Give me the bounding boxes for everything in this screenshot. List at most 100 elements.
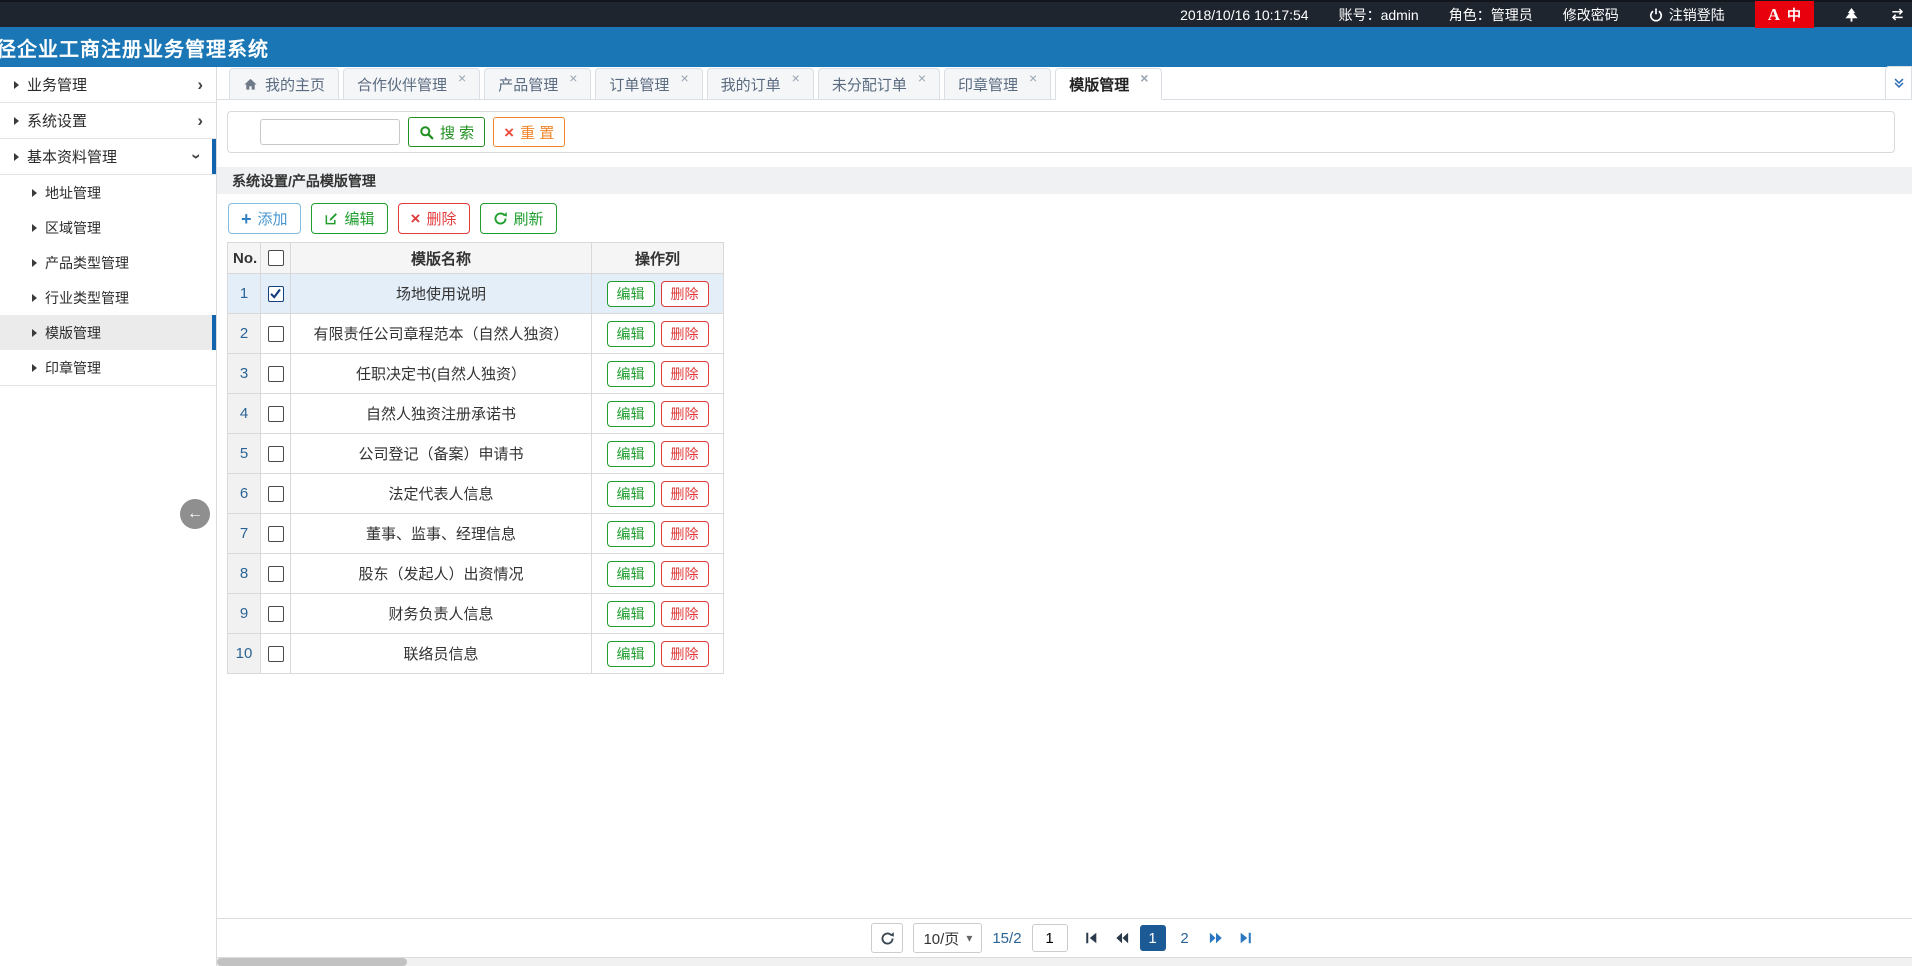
row-checkbox[interactable]: [268, 606, 284, 622]
tab-home[interactable]: 我的主页: [229, 68, 339, 100]
row-checkbox[interactable]: [268, 446, 284, 462]
page-number-input[interactable]: [1032, 924, 1068, 952]
last-page-button[interactable]: [1234, 925, 1258, 951]
swap-icon[interactable]: [1889, 7, 1906, 22]
sidebar-item-region-mgmt[interactable]: 区域管理: [0, 210, 216, 245]
theme-tree-icon[interactable]: [1844, 7, 1859, 23]
row-delete-button[interactable]: 删除: [661, 401, 709, 427]
row-delete-button[interactable]: 删除: [661, 481, 709, 507]
row-edit-button[interactable]: 编辑: [607, 321, 655, 347]
page-size-select[interactable]: 10/页 ▾: [913, 923, 982, 953]
row-delete-button[interactable]: 删除: [661, 521, 709, 547]
row-edit-button[interactable]: 编辑: [607, 401, 655, 427]
row-delete-button[interactable]: 删除: [661, 561, 709, 587]
sidebar-item-seal-mgmt[interactable]: 印章管理: [0, 350, 216, 385]
table-row: 3任职决定书(自然人独资）编辑删除: [228, 354, 724, 394]
row-checkbox[interactable]: [268, 526, 284, 542]
reset-button[interactable]: × 重 置: [493, 117, 565, 147]
sidebar-item-business-mgmt[interactable]: 业务管理›: [0, 67, 216, 102]
refresh-button[interactable]: 刷新: [480, 203, 557, 234]
tab-overflow-button[interactable]: [1885, 66, 1912, 100]
pager-refresh-button[interactable]: [871, 923, 903, 953]
first-page-button[interactable]: [1080, 925, 1104, 951]
close-icon[interactable]: ×: [1140, 71, 1148, 85]
sidebar-item-template-mgmt[interactable]: 模版管理: [0, 315, 216, 350]
tab-my-orders[interactable]: 我的订单×: [707, 68, 814, 100]
row-delete-button[interactable]: 删除: [661, 321, 709, 347]
row-checkbox[interactable]: [268, 646, 284, 662]
sidebar-collapse-button[interactable]: ←: [180, 499, 210, 529]
close-icon[interactable]: ×: [918, 71, 926, 85]
page-button-2[interactable]: 2: [1172, 925, 1198, 951]
table-header-row: No. 模版名称 操作列: [228, 243, 724, 274]
row-checkbox[interactable]: [268, 566, 284, 582]
row-checkbox-cell: [261, 274, 291, 314]
prev-page-button[interactable]: [1110, 925, 1134, 951]
row-checkbox[interactable]: [268, 486, 284, 502]
search-input[interactable]: [260, 119, 400, 145]
page-button-1[interactable]: 1: [1140, 925, 1166, 951]
language-badge[interactable]: A 中: [1755, 1, 1814, 28]
row-operations-cell: 编辑删除: [592, 354, 724, 394]
row-edit-button[interactable]: 编辑: [607, 281, 655, 307]
row-checkbox[interactable]: [268, 286, 284, 302]
row-checkbox-cell: [261, 434, 291, 474]
tab-product-mgmt[interactable]: 产品管理×: [484, 68, 591, 100]
tab-template-mgmt[interactable]: 模版管理×: [1055, 68, 1162, 100]
row-edit-button[interactable]: 编辑: [607, 561, 655, 587]
tab-unassigned-orders[interactable]: 未分配订单 ×: [818, 68, 940, 100]
tab-partner-mgmt[interactable]: 合作伙伴管理×: [343, 68, 480, 100]
row-checkbox[interactable]: [268, 366, 284, 382]
row-checkbox-cell: [261, 554, 291, 594]
edit-button[interactable]: 编辑: [311, 203, 388, 234]
change-password-link[interactable]: 修改密码: [1563, 5, 1619, 25]
scrollbar-thumb[interactable]: [217, 958, 407, 966]
row-edit-button[interactable]: 编辑: [607, 441, 655, 467]
close-icon[interactable]: ×: [792, 71, 800, 85]
search-button[interactable]: 搜 索: [408, 117, 485, 147]
home-icon: [243, 77, 258, 92]
sidebar-item-label: 产品类型管理: [45, 253, 129, 273]
close-icon[interactable]: ×: [1029, 71, 1037, 85]
pager-nav: 12: [1080, 925, 1258, 951]
row-edit-button[interactable]: 编辑: [607, 641, 655, 667]
triangle-marker-icon: [32, 224, 37, 232]
close-icon[interactable]: ×: [680, 71, 688, 85]
template-name-cell: 法定代表人信息: [291, 474, 592, 514]
tab-order-mgmt[interactable]: 订单管理×: [595, 68, 702, 100]
close-icon[interactable]: ×: [569, 71, 577, 85]
row-delete-button[interactable]: 删除: [661, 281, 709, 307]
row-delete-button[interactable]: 删除: [661, 601, 709, 627]
select-all-checkbox[interactable]: [268, 250, 284, 266]
cross-icon: ×: [504, 124, 514, 141]
sidebar-item-product-type-mgmt[interactable]: 产品类型管理: [0, 245, 216, 280]
row-edit-button[interactable]: 编辑: [607, 521, 655, 547]
row-edit-button[interactable]: 编辑: [607, 601, 655, 627]
row-checkbox[interactable]: [268, 326, 284, 342]
tab-seal-mgmt[interactable]: 印章管理×: [944, 68, 1051, 100]
row-operations-cell: 编辑删除: [592, 394, 724, 434]
tab-label: 未分配订单: [832, 74, 907, 95]
sidebar-item-basic-data-mgmt[interactable]: 基本资料管理›: [0, 139, 216, 174]
template-name-cell: 有限责任公司章程范本（自然人独资）: [291, 314, 592, 354]
row-delete-button[interactable]: 删除: [661, 441, 709, 467]
triangle-marker-icon: [32, 329, 37, 337]
row-edit-button[interactable]: 编辑: [607, 481, 655, 507]
add-button[interactable]: + 添加: [228, 203, 301, 234]
logout-link[interactable]: 注销登陆: [1649, 5, 1725, 25]
back-arrow-icon: ←: [187, 505, 203, 523]
caret-down-icon: ▾: [966, 931, 972, 945]
row-delete-button[interactable]: 删除: [661, 641, 709, 667]
row-checkbox[interactable]: [268, 406, 284, 422]
template-name-cell: 股东（发起人）出资情况: [291, 554, 592, 594]
sidebar-item-industry-type-mgmt[interactable]: 行业类型管理: [0, 280, 216, 315]
row-delete-button[interactable]: 删除: [661, 361, 709, 387]
sidebar-item-address-mgmt[interactable]: 地址管理: [0, 175, 216, 210]
close-icon[interactable]: ×: [458, 71, 466, 85]
sidebar-item-label: 区域管理: [45, 218, 101, 238]
horizontal-scrollbar[interactable]: [217, 958, 1912, 966]
row-edit-button[interactable]: 编辑: [607, 361, 655, 387]
sidebar-item-system-settings[interactable]: 系统设置›: [0, 103, 216, 138]
delete-button[interactable]: × 删除: [398, 203, 470, 234]
next-page-button[interactable]: [1204, 925, 1228, 951]
